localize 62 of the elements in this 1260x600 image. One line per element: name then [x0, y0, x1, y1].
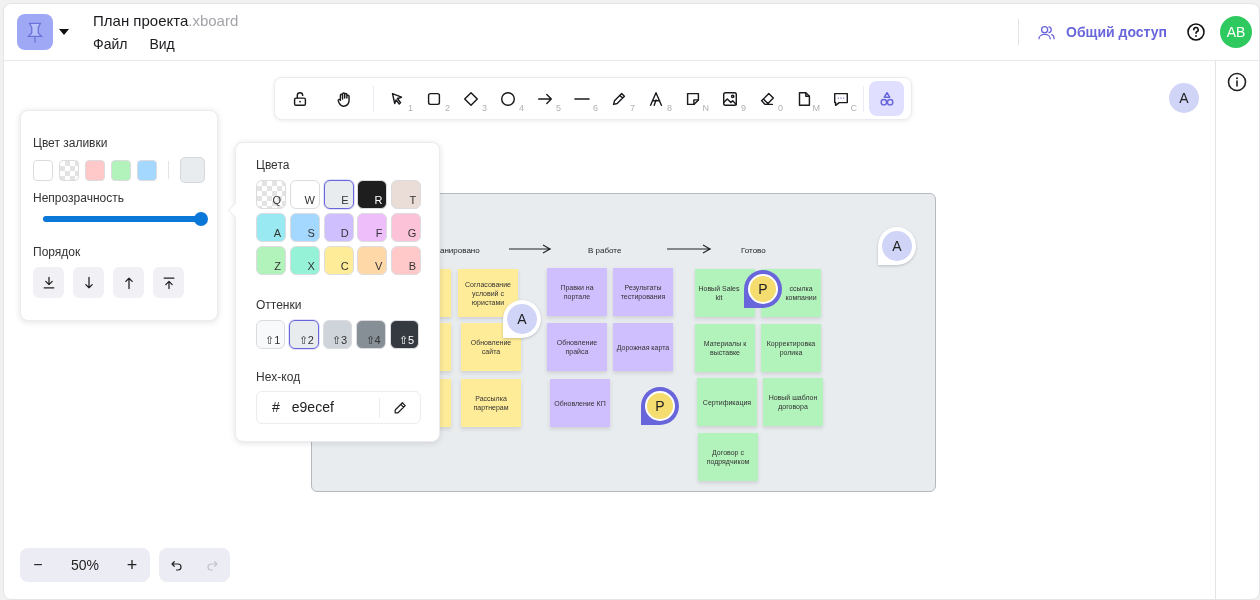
- flow-arrow: [508, 244, 552, 254]
- shade-swatch[interactable]: ⇧2: [289, 320, 319, 349]
- section-label: Непрозрачность: [33, 190, 125, 206]
- zoom-in-button[interactable]: +: [124, 551, 140, 579]
- color-swatch[interactable]: D: [323, 213, 354, 242]
- zoom-level: 50%: [71, 555, 99, 575]
- section-label: Hex-код: [256, 369, 302, 385]
- caret-icon[interactable]: [58, 28, 70, 36]
- color-swatch[interactable]: [137, 159, 158, 181]
- circle-icon: [498, 89, 517, 108]
- color-swatch[interactable]: Z: [256, 246, 286, 275]
- color-swatch[interactable]: E: [323, 180, 354, 209]
- file-name: План проекта: [93, 11, 189, 31]
- color-swatch[interactable]: [111, 159, 132, 181]
- shade-swatch[interactable]: ⇧5: [389, 320, 420, 349]
- color-swatch[interactable]: F: [357, 213, 388, 242]
- color-swatch[interactable]: W: [289, 180, 320, 209]
- image-icon: [720, 89, 739, 108]
- order-button[interactable]: [33, 267, 64, 298]
- order-button[interactable]: [113, 267, 144, 298]
- section-label: Оттенки: [256, 297, 303, 313]
- color-swatch[interactable]: T: [391, 180, 422, 209]
- app-logo[interactable]: [17, 14, 53, 50]
- section-label: Порядок: [33, 244, 82, 260]
- info-icon[interactable]: [1227, 72, 1247, 92]
- menu-item[interactable]: Вид: [149, 34, 175, 55]
- current-color-swatch[interactable]: [180, 157, 205, 183]
- eyedropper-icon: [392, 399, 408, 416]
- column-heading: В работе: [588, 245, 622, 257]
- color-swatch[interactable]: R: [357, 180, 388, 209]
- color-swatch[interactable]: [33, 159, 54, 181]
- section-label: Цвет заливки: [33, 135, 109, 151]
- color-swatch[interactable]: C: [323, 246, 354, 275]
- shade-swatch[interactable]: ⇧3: [322, 320, 353, 349]
- color-swatch[interactable]: X: [289, 246, 320, 275]
- color-swatch[interactable]: [59, 159, 80, 181]
- menu-item[interactable]: Файл: [93, 34, 128, 55]
- shapes-icon: [877, 89, 896, 108]
- share-button[interactable]: Общий доступ: [1037, 21, 1167, 43]
- column-heading: Готово: [741, 245, 766, 257]
- line-icon: [573, 97, 590, 100]
- order-button[interactable]: [153, 267, 184, 298]
- zoom-out-button[interactable]: −: [30, 553, 46, 577]
- column-heading: анировано: [440, 245, 480, 257]
- color-swatch[interactable]: A: [256, 213, 286, 242]
- section-label: Цвета: [256, 157, 291, 173]
- color-swatch[interactable]: B: [391, 246, 422, 275]
- color-swatch[interactable]: [85, 159, 106, 181]
- viewer-avatar[interactable]: A: [1169, 83, 1199, 113]
- eyedropper-button[interactable]: [392, 399, 408, 416]
- order-button[interactable]: [73, 267, 104, 298]
- color-swatch[interactable]: G: [391, 213, 422, 242]
- file-extension: .xboard: [188, 11, 239, 31]
- hex-input-field[interactable]: # e9ecef: [256, 391, 421, 424]
- flow-arrow: [666, 244, 712, 254]
- shade-swatch[interactable]: ⇧1: [256, 320, 286, 349]
- help-icon[interactable]: [1186, 22, 1206, 42]
- color-swatch[interactable]: S: [289, 213, 320, 242]
- shade-swatch[interactable]: ⇧4: [356, 320, 386, 349]
- color-swatch[interactable]: Q: [256, 180, 286, 209]
- diamond-icon: [461, 89, 480, 108]
- color-swatch[interactable]: V: [357, 246, 388, 275]
